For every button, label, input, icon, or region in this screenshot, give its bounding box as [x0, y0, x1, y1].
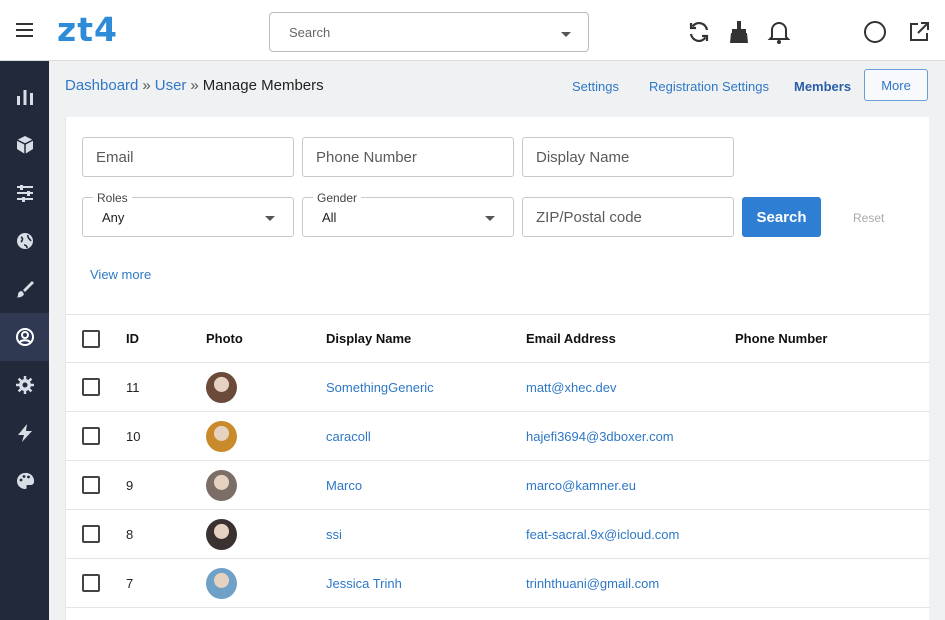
table-row[interactable]: 7 Jessica Trinh trinhthuani@gmail.com — [66, 559, 930, 608]
palette-icon[interactable] — [0, 457, 49, 505]
chevron-down-icon[interactable] — [561, 32, 571, 37]
avatar[interactable] — [206, 567, 237, 599]
gender-label: Gender — [313, 191, 362, 205]
bell-icon[interactable] — [766, 19, 792, 45]
global-search[interactable] — [269, 12, 589, 52]
tab-registration-settings[interactable]: Registration Settings — [649, 79, 769, 94]
external-link-icon[interactable] — [906, 19, 932, 45]
breadcrumb: Dashboard» User» Manage Members — [65, 77, 324, 94]
member-email[interactable]: hajefi3694@3dboxer.com — [526, 412, 674, 460]
top-bar: zt4 — [0, 0, 945, 61]
more-button[interactable]: More — [864, 69, 928, 101]
bolt-icon[interactable] — [0, 409, 49, 457]
members-table: ID Photo Display Name Email Address Phon… — [66, 314, 930, 608]
row-checkbox[interactable] — [82, 427, 100, 445]
select-all-checkbox[interactable] — [82, 329, 100, 348]
broom-icon[interactable] — [726, 19, 752, 45]
zip-field[interactable] — [522, 197, 734, 237]
user-circle-icon[interactable] — [0, 313, 49, 361]
avatar[interactable] — [206, 518, 237, 550]
chevron-down-icon — [485, 216, 495, 221]
table-row[interactable]: 10 caracoll hajefi3694@3dboxer.com — [66, 412, 930, 461]
member-display-name[interactable]: Jessica Trinh — [326, 559, 402, 607]
sliders-icon[interactable] — [0, 169, 49, 217]
member-id: 8 — [126, 526, 134, 542]
member-display-name[interactable]: ssi — [326, 510, 342, 558]
page-title: Manage Members — [202, 77, 324, 94]
tab-members[interactable]: Members — [794, 79, 851, 94]
table-row[interactable]: 9 Marco marco@kamner.eu — [66, 461, 930, 510]
roles-select[interactable]: Roles Any — [82, 191, 294, 237]
member-email[interactable]: matt@xhec.dev — [526, 363, 617, 411]
member-email[interactable]: feat-sacral.9x@icloud.com — [526, 510, 679, 558]
chevron-down-icon — [265, 216, 275, 221]
table-header-row: ID Photo Display Name Email Address Phon… — [66, 315, 930, 363]
tab-settings[interactable]: Settings — [572, 79, 619, 94]
member-display-name[interactable]: SomethingGeneric — [326, 363, 434, 411]
member-display-name[interactable]: Marco — [326, 461, 362, 509]
gender-select[interactable]: Gender All — [302, 191, 514, 237]
breadcrumb-user[interactable]: User — [155, 77, 187, 94]
members-panel: Roles Any Gender All Search Reset View m… — [65, 117, 930, 620]
phone-field[interactable] — [302, 137, 514, 177]
menu-icon[interactable] — [16, 23, 33, 37]
display-name-input[interactable] — [523, 138, 733, 176]
table-row[interactable]: 8 ssi feat-sacral.9x@icloud.com — [66, 510, 930, 559]
member-id: 9 — [126, 477, 134, 493]
breadcrumb-dashboard[interactable]: Dashboard — [65, 77, 138, 94]
member-id: 10 — [126, 428, 141, 444]
column-display-name[interactable]: Display Name — [326, 315, 411, 362]
sidebar — [0, 61, 49, 620]
member-id: 11 — [126, 379, 140, 395]
reset-button[interactable]: Reset — [853, 211, 884, 225]
column-email[interactable]: Email Address — [526, 315, 616, 362]
search-input[interactable] — [270, 13, 550, 51]
gender-value: All — [322, 210, 337, 225]
email-input[interactable] — [83, 138, 293, 176]
roles-value: Any — [102, 210, 125, 225]
column-id[interactable]: ID — [126, 315, 139, 362]
row-checkbox[interactable] — [82, 378, 100, 396]
view-more-link[interactable]: View more — [90, 267, 151, 282]
display-name-field[interactable] — [522, 137, 734, 177]
member-email[interactable]: marco@kamner.eu — [526, 461, 636, 509]
row-checkbox[interactable] — [82, 476, 100, 494]
main-content: Dashboard» User» Manage Members Settings R… — [49, 61, 945, 620]
avatar[interactable] — [206, 371, 237, 403]
table-row[interactable]: 11 SomethingGeneric matt@xhec.dev — [66, 363, 930, 412]
roles-label: Roles — [93, 191, 132, 205]
cube-icon[interactable] — [0, 121, 49, 169]
refresh-icon[interactable] — [686, 19, 712, 45]
member-id: 7 — [126, 575, 134, 591]
phone-input[interactable] — [303, 138, 513, 176]
column-photo: Photo — [206, 331, 243, 346]
avatar[interactable] — [206, 420, 237, 452]
row-checkbox[interactable] — [82, 574, 100, 592]
globe-icon[interactable] — [0, 217, 49, 265]
avatar[interactable] — [206, 469, 237, 501]
bar-chart-icon[interactable] — [0, 73, 49, 121]
help-icon[interactable] — [862, 19, 888, 45]
column-phone[interactable]: Phone Number — [735, 315, 827, 362]
zip-input[interactable] — [523, 198, 733, 236]
gear-icon[interactable] — [0, 361, 49, 409]
member-display-name[interactable]: caracoll — [326, 412, 371, 460]
member-email[interactable]: trinhthuani@gmail.com — [526, 559, 659, 607]
brush-icon[interactable] — [0, 265, 49, 313]
row-checkbox[interactable] — [82, 525, 100, 543]
app-logo[interactable]: zt4 — [57, 10, 118, 49]
email-field[interactable] — [82, 137, 294, 177]
search-button[interactable]: Search — [742, 197, 821, 237]
